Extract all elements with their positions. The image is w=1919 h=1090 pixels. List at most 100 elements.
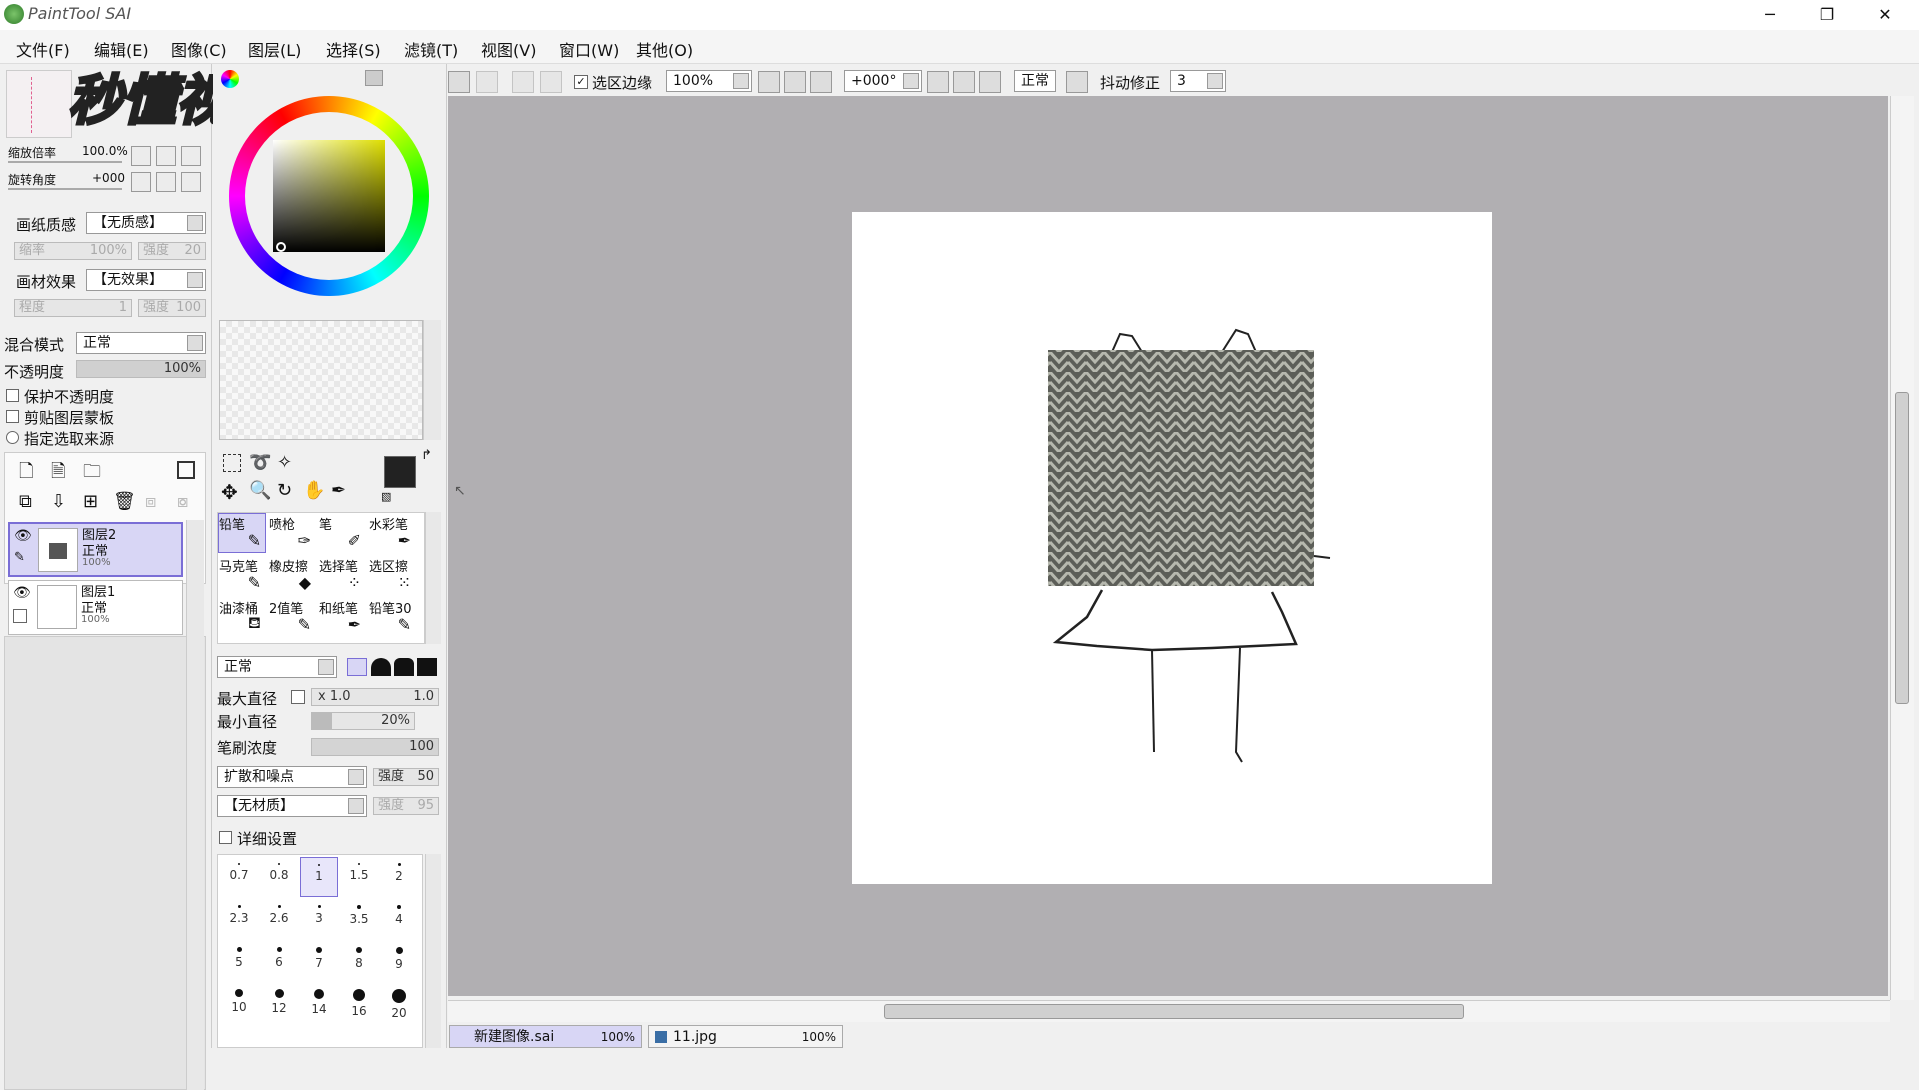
flip-icon[interactable] bbox=[1066, 71, 1088, 93]
canvas-vertical-scrollbar[interactable] bbox=[1890, 96, 1914, 1000]
stabilizer-select[interactable]: 3 bbox=[1170, 70, 1226, 92]
lock-checkbox[interactable] bbox=[13, 609, 27, 623]
paper-scale-bar[interactable]: 缩率 100% bbox=[14, 242, 132, 260]
layer-item-layer2[interactable]: 👁 ✎ 图层2 正常 100% bbox=[8, 522, 183, 577]
tool-marker[interactable]: 马克笔 ✎ bbox=[218, 555, 266, 595]
min-size-bar[interactable]: 20% bbox=[311, 712, 415, 730]
color-square[interactable] bbox=[273, 140, 385, 252]
shape-strength-bar[interactable]: 强度 50 bbox=[373, 768, 439, 786]
brush-texture-select[interactable]: 【无材质】 bbox=[217, 795, 367, 817]
color-tab-icon[interactable] bbox=[365, 70, 383, 86]
close-button[interactable]: ✕ bbox=[1870, 4, 1900, 26]
vertical-scroll-thumb[interactable] bbox=[1895, 392, 1909, 704]
brush-size-2_3[interactable]: 2.3 bbox=[220, 899, 258, 939]
brush-size-0_8[interactable]: 0.8 bbox=[260, 857, 298, 897]
zoom-out-icon[interactable] bbox=[758, 71, 780, 93]
brush-size-1[interactable]: 1 bbox=[300, 857, 338, 897]
eye-icon[interactable]: 👁 bbox=[14, 528, 32, 544]
brush-shape-round-icon[interactable] bbox=[371, 658, 391, 676]
rotation-select[interactable]: +000° bbox=[844, 70, 922, 92]
zoom-fit-icon[interactable] bbox=[810, 71, 832, 93]
minimize-button[interactable]: ─ bbox=[1755, 4, 1785, 26]
tool-brush[interactable]: 笔 ✐ bbox=[318, 513, 366, 553]
move-icon[interactable]: ✥ bbox=[221, 480, 238, 504]
new-layer-icon[interactable]: 🗋 bbox=[19, 459, 33, 489]
tab-11-jpg[interactable]: 11.jpg 100% bbox=[648, 1025, 843, 1048]
rotate-slider[interactable] bbox=[8, 188, 122, 190]
detail-settings-checkbox[interactable] bbox=[219, 831, 232, 844]
apply-mask-icon[interactable]: ⧈ bbox=[145, 491, 156, 512]
brush-size-5[interactable]: 5 bbox=[220, 941, 258, 981]
density-bar[interactable]: 100 bbox=[311, 738, 439, 756]
brush-shape-soft-icon[interactable] bbox=[394, 658, 414, 676]
layer-scrollbar[interactable] bbox=[186, 520, 204, 1090]
color-wheel-tab-icon[interactable] bbox=[221, 70, 239, 88]
scratchpad-scrollbar[interactable] bbox=[423, 320, 441, 440]
canvas-horizontal-scrollbar[interactable] bbox=[448, 1000, 1890, 1022]
brush-size-scrollbar[interactable] bbox=[425, 854, 441, 1048]
paper-texture-select[interactable]: 【无质感】 bbox=[86, 212, 206, 234]
restore-button[interactable]: ❐ bbox=[1812, 4, 1842, 26]
clipping-mask-checkbox[interactable] bbox=[6, 410, 19, 423]
tool-bucket[interactable]: 油漆桶 ⛾ bbox=[218, 597, 266, 637]
tool-pencil[interactable]: 铅笔 ✎ bbox=[218, 513, 266, 553]
drawing-canvas[interactable] bbox=[852, 212, 1492, 884]
color-picker-handle[interactable] bbox=[276, 242, 286, 252]
brush-size-16[interactable]: 16 bbox=[340, 983, 378, 1023]
layer-mask-icon[interactable] bbox=[177, 461, 195, 479]
menu-edit[interactable]: 编辑(E) bbox=[94, 37, 149, 61]
brush-size-3[interactable]: 3 bbox=[300, 899, 338, 939]
texture-strength-bar[interactable]: 强度 95 bbox=[373, 797, 439, 815]
layer-item-layer1[interactable]: 👁 图层1 正常 100% bbox=[8, 580, 183, 635]
selection-edge-checkbox[interactable]: ✓ bbox=[574, 75, 588, 89]
brush-size-2[interactable]: 2 bbox=[380, 857, 418, 897]
blend-mode-select[interactable]: 正常 bbox=[76, 332, 206, 354]
tool-watercolor[interactable]: 水彩笔 ✒ bbox=[368, 513, 416, 553]
menu-window[interactable]: 窗口(W) bbox=[559, 37, 619, 61]
tool-eraser[interactable]: 橡皮擦 ◆ bbox=[268, 555, 316, 595]
tool-airbrush[interactable]: 喷枪 ✑ bbox=[268, 513, 316, 553]
brush-size-6[interactable]: 6 bbox=[260, 941, 298, 981]
tool-binary-pen[interactable]: 2值笔 ✎ bbox=[268, 597, 316, 637]
protect-opacity-checkbox[interactable] bbox=[6, 389, 19, 402]
paper-strength-bar[interactable]: 强度 20 bbox=[138, 242, 206, 260]
merge-layer-icon[interactable]: ⊞ bbox=[83, 491, 98, 512]
menu-select[interactable]: 选择(S) bbox=[326, 37, 381, 61]
zoom-out-icon[interactable] bbox=[131, 146, 151, 166]
rotate-reset-icon[interactable] bbox=[181, 172, 201, 192]
rotate-icon[interactable]: ↻ bbox=[277, 480, 292, 501]
zoom-in-icon[interactable] bbox=[156, 146, 176, 166]
brush-shape-select[interactable]: 扩散和噪点 bbox=[217, 766, 367, 788]
menu-layer[interactable]: 图层(L) bbox=[248, 37, 301, 61]
tab-new-image[interactable]: 新建图像.sai 100% bbox=[449, 1025, 642, 1048]
brush-size-4[interactable]: 4 bbox=[380, 899, 418, 939]
brush-size-14[interactable]: 14 bbox=[300, 983, 338, 1023]
effect-strength-bar[interactable]: 强度 100 bbox=[138, 299, 206, 317]
tool-scrollbar[interactable] bbox=[425, 512, 441, 644]
deselect-icon[interactable] bbox=[512, 71, 534, 93]
menu-filter[interactable]: 滤镜(T) bbox=[404, 37, 458, 61]
zoom-icon[interactable]: 🔍 bbox=[249, 480, 271, 501]
rotate-ccw-icon[interactable] bbox=[927, 71, 949, 93]
brush-size-2_6[interactable]: 2.6 bbox=[260, 899, 298, 939]
invert-selection-icon[interactable] bbox=[540, 71, 562, 93]
brush-shape-sharp-icon[interactable] bbox=[347, 658, 367, 676]
swap-color-icon[interactable]: ↱ bbox=[421, 448, 432, 463]
view-mode-select[interactable]: 正常 bbox=[1014, 70, 1056, 92]
eyedropper-icon[interactable]: ✒ bbox=[331, 480, 346, 501]
menu-view[interactable]: 视图(V) bbox=[481, 37, 536, 61]
copy-layer-icon[interactable]: ⧉ bbox=[19, 491, 32, 512]
delete-mask-icon[interactable]: ⧇ bbox=[177, 491, 188, 512]
undo-icon[interactable] bbox=[448, 71, 470, 93]
max-size-lock-checkbox[interactable] bbox=[291, 690, 305, 704]
tool-washi-pen[interactable]: 和纸笔 ✒ bbox=[318, 597, 366, 637]
zoom-reset-icon[interactable] bbox=[181, 146, 201, 166]
brush-size-0_7[interactable]: 0.7 bbox=[220, 857, 258, 897]
new-vector-layer-icon[interactable]: 🗎 bbox=[51, 459, 65, 489]
rotate-left-icon[interactable] bbox=[131, 172, 151, 192]
effect-degree-bar[interactable]: 程度 1 bbox=[14, 299, 132, 317]
transparent-color-icon[interactable]: ▧ bbox=[381, 490, 391, 503]
menu-file[interactable]: 文件(F) bbox=[16, 37, 70, 61]
brush-size-9[interactable]: 9 bbox=[380, 941, 418, 981]
brush-size-1_5[interactable]: 1.5 bbox=[340, 857, 378, 897]
